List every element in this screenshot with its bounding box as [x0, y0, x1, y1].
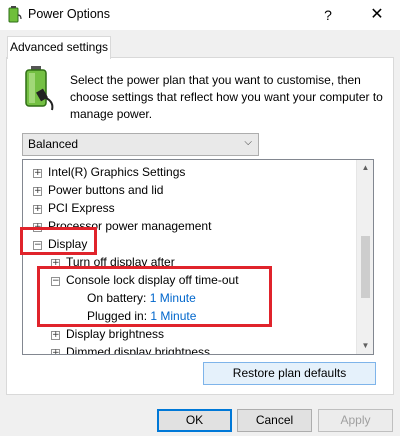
help-button[interactable]: ? [316, 4, 340, 26]
tree-item-intel-graphics[interactable]: + Intel(R) Graphics Settings [33, 163, 185, 181]
power-plan-select[interactable]: Balanced ⌵ [22, 133, 259, 156]
battery-plug-icon [25, 66, 54, 111]
tab-advanced-settings[interactable]: Advanced settings [7, 36, 111, 59]
tree-item-dimmed-brightness[interactable]: + Dimmed display brightness [51, 343, 211, 355]
power-plan-value: Balanced [28, 137, 79, 151]
tree-scrollbar[interactable]: ▲ ▼ [356, 160, 373, 354]
restore-plan-defaults-button[interactable]: Restore plan defaults [203, 362, 376, 385]
apply-button[interactable]: Apply [318, 409, 393, 432]
console-lock-highlight-box [37, 266, 272, 327]
scrollbar-thumb[interactable] [361, 236, 370, 298]
power-options-icon [8, 6, 22, 23]
tree-item-label: Intel(R) Graphics Settings [48, 165, 186, 179]
scroll-down-arrow-icon[interactable]: ▼ [357, 338, 374, 354]
tree-item-pci-express[interactable]: + PCI Express [33, 199, 115, 217]
scroll-up-arrow-icon[interactable]: ▲ [357, 160, 374, 176]
expand-icon[interactable]: + [33, 205, 42, 214]
tree-item-label: Display brightness [66, 327, 165, 341]
tree-item-label: PCI Express [48, 201, 115, 215]
plan-description: Select the power plan that you want to c… [70, 73, 383, 121]
window-title: Power Options [28, 7, 110, 21]
title-bar: Power Options ? ✕ [0, 0, 400, 30]
tree-item-label: Power buttons and lid [48, 183, 164, 197]
tree-item-power-buttons[interactable]: + Power buttons and lid [33, 181, 163, 199]
tree-item-label: Dimmed display brightness [66, 345, 211, 355]
close-button[interactable]: ✕ [362, 4, 392, 26]
chevron-down-icon: ⌵ [244, 137, 252, 148]
display-highlight-box [20, 227, 97, 255]
tree-item-display-brightness[interactable]: + Display brightness [51, 325, 164, 343]
ok-button[interactable]: OK [157, 409, 232, 432]
expand-icon[interactable]: + [51, 331, 60, 340]
expand-icon[interactable]: + [51, 349, 60, 354]
expand-icon[interactable]: + [33, 187, 42, 196]
expand-icon[interactable]: + [33, 169, 42, 178]
cancel-button[interactable]: Cancel [237, 409, 312, 432]
